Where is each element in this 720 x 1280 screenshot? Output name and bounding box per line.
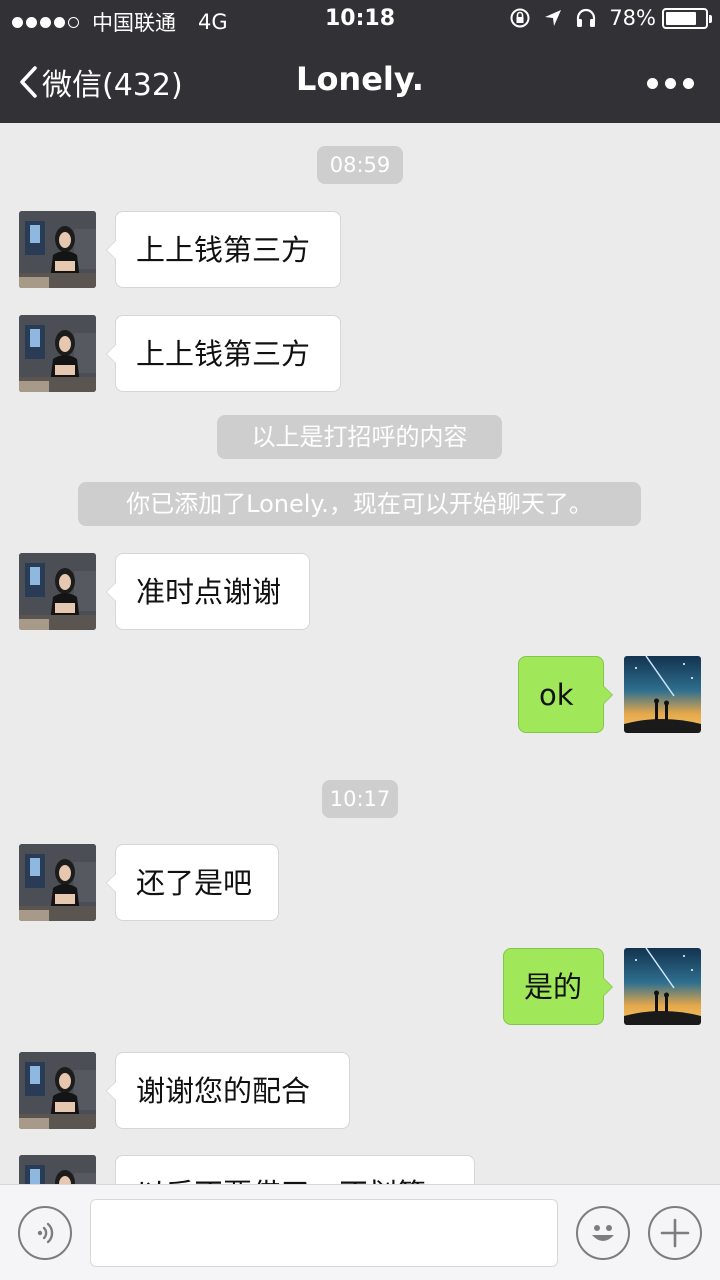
incoming-message[interactable]: 上上钱第三方	[106, 315, 341, 392]
timestamp: 08:59	[317, 146, 403, 184]
contact-avatar[interactable]	[19, 1155, 96, 1184]
battery-percent: 78%	[609, 6, 656, 30]
system-message: 以上是打招呼的内容	[217, 415, 502, 459]
battery-icon	[662, 7, 712, 29]
voice-icon	[37, 1222, 54, 1244]
input-bar	[0, 1184, 720, 1280]
plus-icon	[660, 1218, 690, 1248]
more-functions-button[interactable]	[648, 1206, 702, 1260]
voice-input-button[interactable]	[18, 1206, 72, 1260]
contact-avatar[interactable]	[19, 1052, 96, 1129]
system-message: 你已添加了Lonely.，现在可以开始聊天了。	[78, 482, 641, 526]
self-avatar[interactable]	[624, 656, 701, 733]
nav-bar: 微信(432) Lonely.	[0, 40, 720, 123]
contact-avatar[interactable]	[19, 315, 96, 392]
contact-avatar[interactable]	[19, 211, 96, 288]
chat-history[interactable]: 08:59 上上钱第三方 上上钱第三方 以上是打招呼的内容 你已添加了Lonel…	[0, 123, 720, 1184]
incoming-message[interactable]: 还了是吧	[106, 844, 279, 921]
emoji-button[interactable]	[576, 1206, 630, 1260]
incoming-message[interactable]: 以后不要借了，不划算	[115, 1155, 475, 1184]
headphones-icon	[575, 7, 597, 29]
header: 中国联通 4G 10:18 78% 微信(432) Lonely.	[0, 0, 720, 123]
outgoing-message[interactable]: 是的	[503, 948, 613, 1025]
smiley-icon	[592, 1225, 614, 1241]
chat-title: Lonely.	[296, 60, 424, 98]
status-bar: 中国联通 4G 10:18 78%	[0, 0, 720, 40]
incoming-message[interactable]: 准时点谢谢	[106, 553, 310, 630]
location-arrow-icon	[543, 8, 563, 28]
timestamp: 10:17	[322, 780, 398, 818]
more-dot-icon	[647, 78, 658, 89]
incoming-message[interactable]: 上上钱第三方	[106, 211, 341, 288]
battery-fill	[666, 11, 696, 25]
contact-avatar[interactable]	[19, 553, 96, 630]
status-right: 78%	[497, 6, 712, 30]
self-avatar[interactable]	[624, 948, 701, 1025]
message-input[interactable]	[90, 1199, 558, 1267]
more-options-button[interactable]	[640, 78, 694, 89]
contact-avatar[interactable]	[19, 844, 96, 921]
outgoing-message[interactable]: ok	[518, 656, 613, 733]
incoming-message[interactable]: 谢谢您的配合	[106, 1052, 350, 1129]
rotation-lock-icon	[509, 7, 531, 29]
